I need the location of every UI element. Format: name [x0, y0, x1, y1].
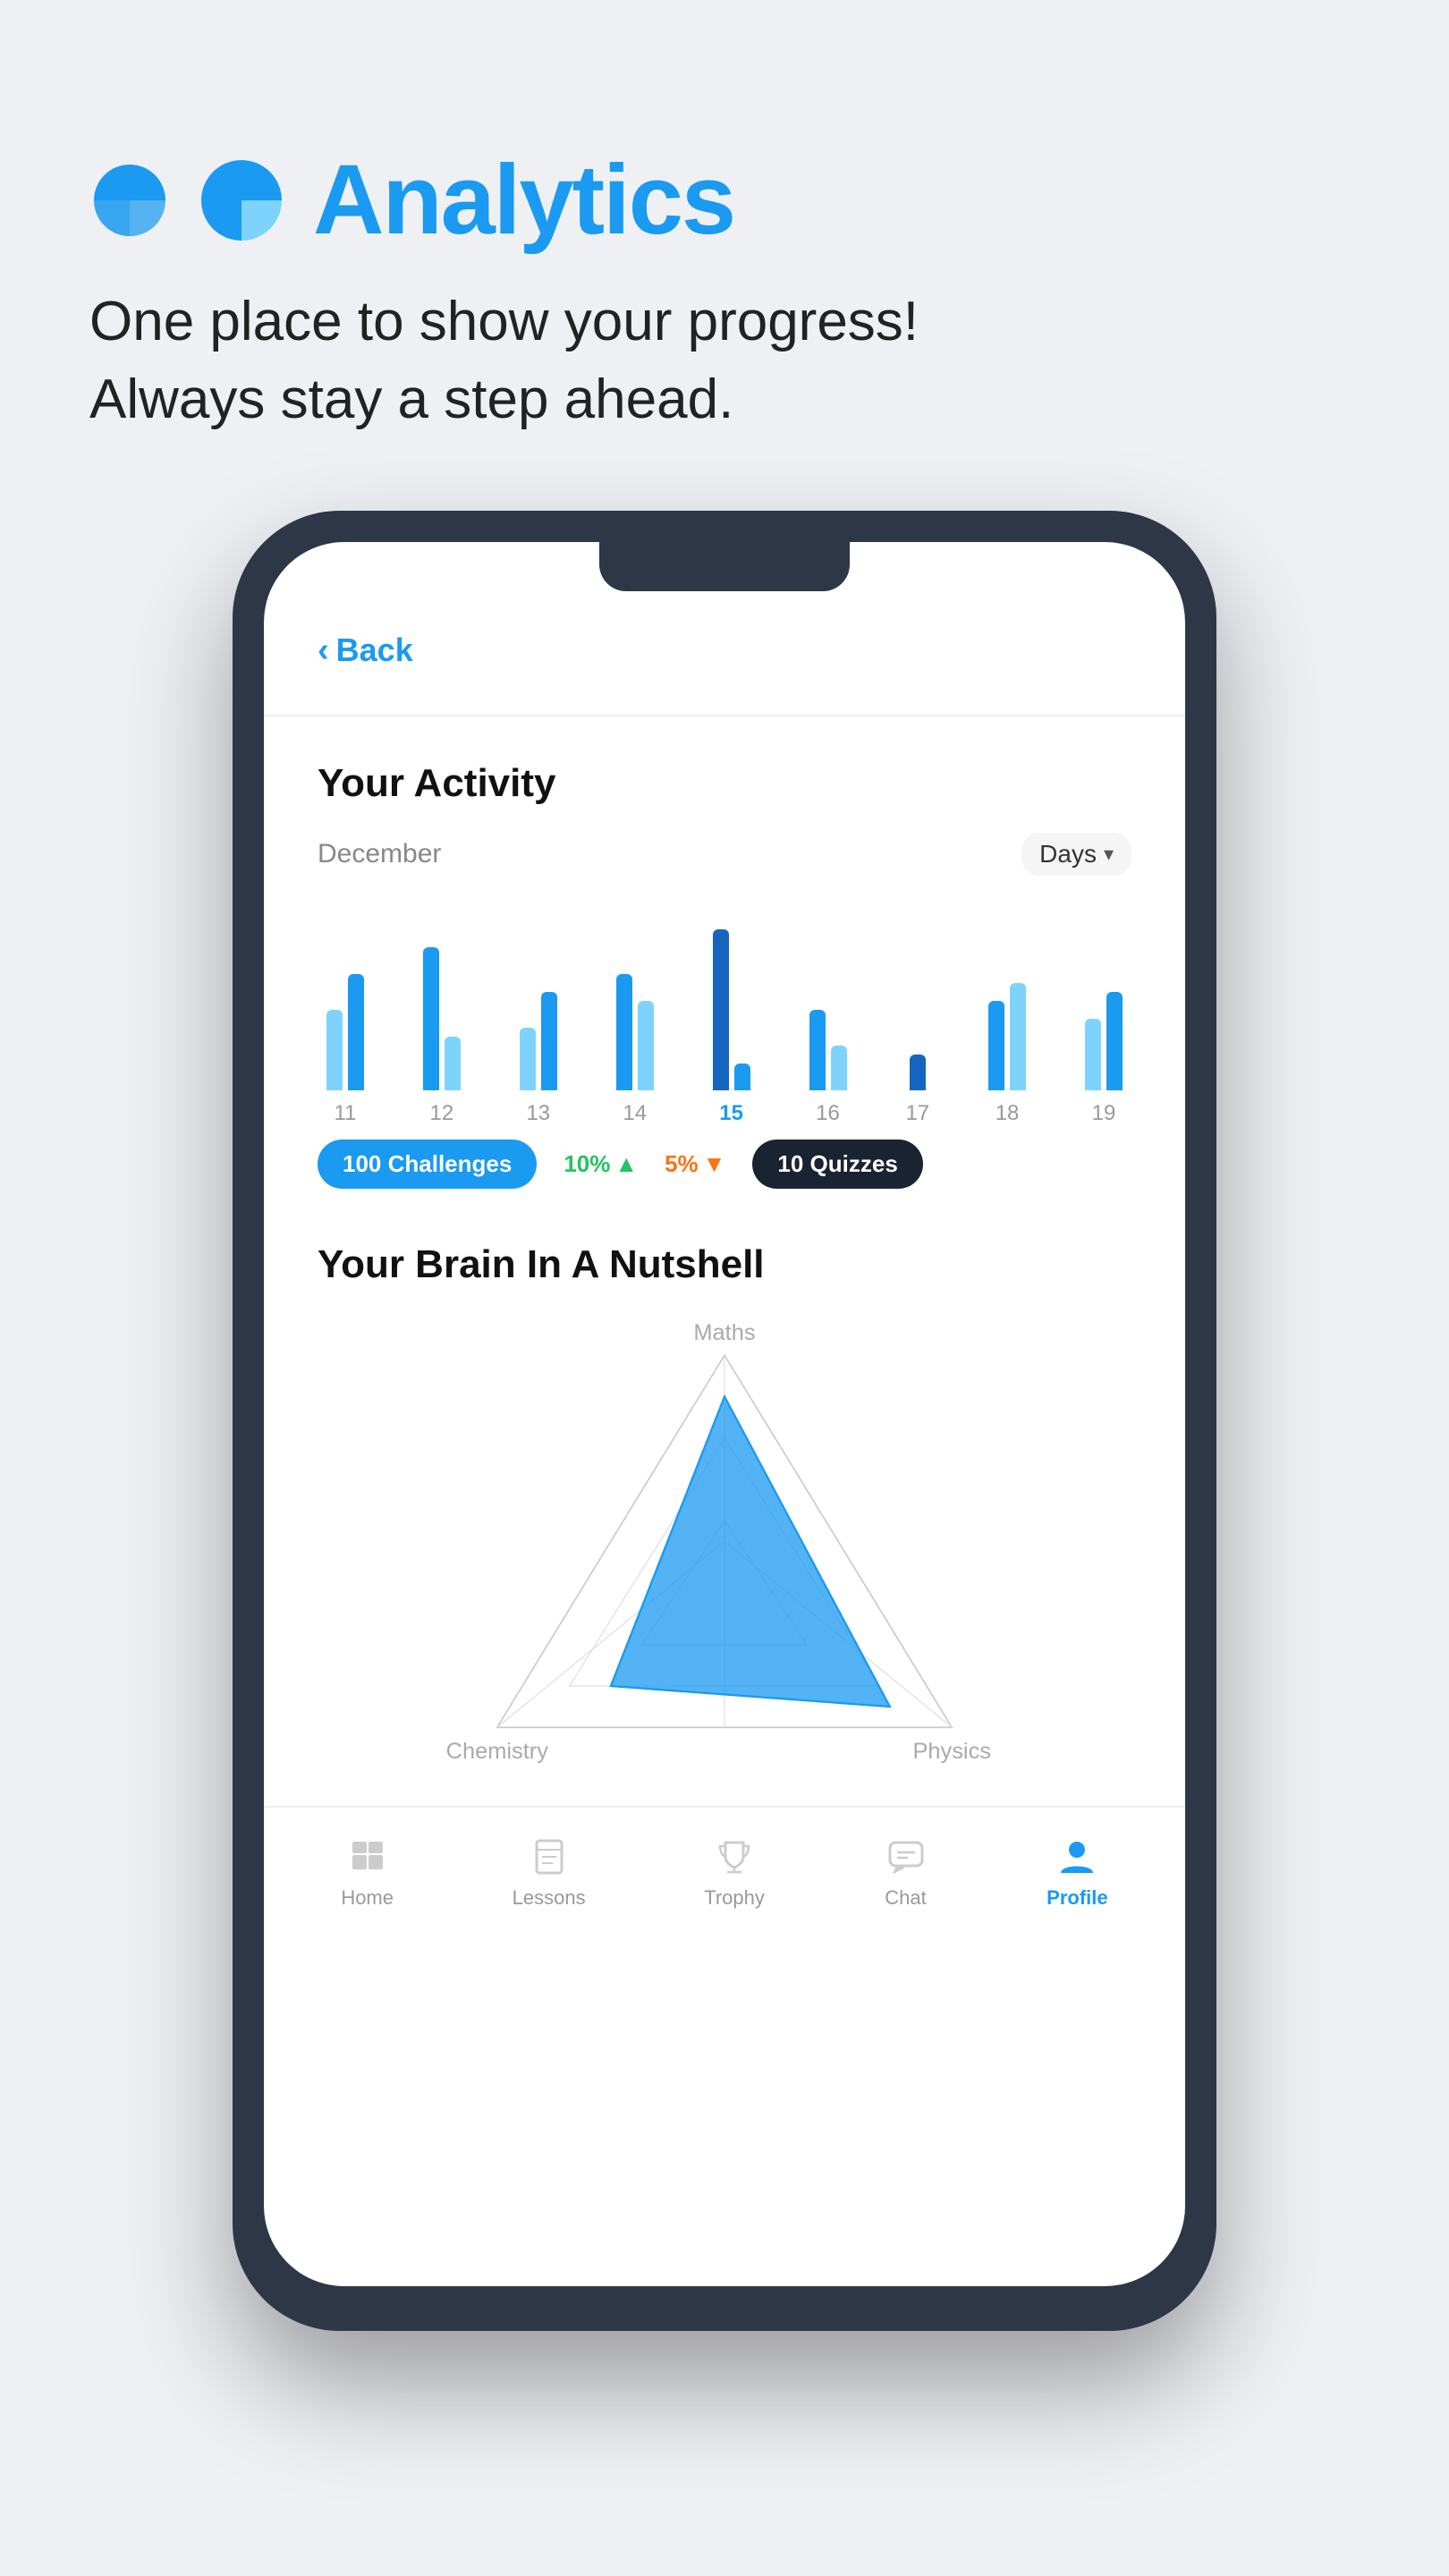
brain-chart: Maths Chemistry Physics: [318, 1314, 1131, 1779]
home-icon: [345, 1835, 390, 1879]
chat-icon: [884, 1835, 928, 1879]
activity-title: Your Activity: [318, 761, 1131, 806]
bar: [423, 947, 439, 1090]
nav-item-trophy[interactable]: Trophy: [704, 1835, 765, 1910]
bar-group-16: 16: [809, 911, 847, 1126]
month-label: December: [318, 839, 441, 869]
back-chevron-icon: ‹: [318, 631, 329, 670]
brain-section: Your Brain In A Nutshell: [318, 1242, 1131, 1779]
bar-label: 16: [816, 1101, 840, 1126]
svg-text:Physics: Physics: [912, 1738, 991, 1763]
bar: [348, 974, 364, 1090]
phone-frame: ‹ Back Your Activity December Days ▾: [233, 511, 1216, 2331]
bar: [831, 1046, 847, 1090]
nav-item-profile[interactable]: Profile: [1046, 1835, 1107, 1910]
bar-group-13: 13: [520, 911, 557, 1126]
bar-chart: 11 12: [318, 911, 1131, 1126]
trophy-icon: [712, 1835, 757, 1879]
page-container: Analytics One place to show your progres…: [0, 0, 1449, 2576]
back-button[interactable]: ‹ Back: [318, 614, 1131, 670]
bottom-nav: Home Lessons: [264, 1806, 1185, 1945]
bar: [910, 1055, 926, 1090]
bar: [520, 1028, 536, 1090]
nav-label-home: Home: [341, 1886, 394, 1910]
bar-label: 11: [335, 1101, 357, 1126]
brain-title: Your Brain In A Nutshell: [318, 1242, 1131, 1287]
nav-label-lessons: Lessons: [513, 1886, 586, 1910]
arrow-up-icon: ▲: [614, 1150, 638, 1178]
bar: [1106, 992, 1123, 1090]
bar-label: 12: [430, 1101, 454, 1126]
book-icon: [527, 1835, 572, 1879]
change-up-stat: 10% ▲: [564, 1150, 638, 1178]
chevron-down-icon: ▾: [1104, 843, 1114, 866]
bar-group-18: 18: [988, 911, 1026, 1126]
bar: [988, 1001, 1004, 1090]
bar-label: 14: [623, 1101, 647, 1126]
bar-group-11: 11: [326, 911, 364, 1126]
profile-icon: [1055, 1835, 1099, 1879]
bar: [541, 992, 557, 1090]
nav-label-trophy: Trophy: [704, 1886, 765, 1910]
bar: [638, 1001, 654, 1090]
bar: [616, 974, 632, 1090]
svg-text:Maths: Maths: [693, 1319, 755, 1344]
bar: [445, 1037, 461, 1090]
bar: [713, 929, 729, 1090]
divider: [264, 715, 1185, 716]
activity-header: December Days ▾: [318, 833, 1131, 876]
header-section: Analytics: [89, 143, 1360, 257]
nav-item-chat[interactable]: Chat: [884, 1835, 928, 1910]
nav-item-lessons[interactable]: Lessons: [513, 1835, 586, 1910]
bar-group-15-active: 15: [713, 911, 750, 1126]
bar-label: 18: [996, 1101, 1020, 1126]
bar: [734, 1063, 750, 1090]
days-text: Days: [1039, 840, 1097, 869]
bar: [1010, 983, 1026, 1090]
radar-chart-svg: Maths Chemistry Physics: [322, 1314, 1127, 1779]
screen-content: ‹ Back Your Activity December Days ▾: [264, 542, 1185, 1806]
phone-mockup-container: ‹ Back Your Activity December Days ▾: [89, 511, 1360, 2331]
bar-group-14: 14: [616, 911, 654, 1126]
phone-notch: [599, 542, 850, 591]
days-selector[interactable]: Days ▾: [1021, 833, 1131, 876]
bar-label: 17: [905, 1101, 929, 1126]
bar-group-12: 12: [423, 911, 461, 1126]
subtitle-text: One place to show your progress! Always …: [89, 284, 1360, 439]
bar: [326, 1010, 343, 1090]
bar-label-active: 15: [719, 1101, 743, 1126]
stats-row: 100 Challenges 10% ▲ 5% ▼ 10 Quizzes: [318, 1140, 1131, 1189]
svg-text:Chemistry: Chemistry: [446, 1738, 549, 1763]
arrow-down-icon: ▼: [703, 1150, 726, 1178]
bar-group-17: 17: [905, 911, 929, 1126]
nav-label-profile: Profile: [1046, 1886, 1107, 1910]
bar-label: 19: [1092, 1101, 1116, 1126]
change-down-stat: 5% ▼: [665, 1150, 725, 1178]
nav-label-chat: Chat: [885, 1886, 926, 1910]
bar-label: 13: [526, 1101, 550, 1126]
page-title: Analytics: [313, 143, 734, 257]
challenges-badge: 100 Challenges: [318, 1140, 537, 1189]
phone-screen: ‹ Back Your Activity December Days ▾: [264, 542, 1185, 2286]
quizzes-badge: 10 Quizzes: [752, 1140, 922, 1189]
analytics-pie-icon: [197, 156, 286, 245]
bar: [1085, 1019, 1101, 1090]
nav-item-home[interactable]: Home: [341, 1835, 394, 1910]
bar: [809, 1010, 826, 1090]
analytics-pie-icon: [89, 160, 170, 241]
bar-group-19: 19: [1085, 911, 1123, 1126]
